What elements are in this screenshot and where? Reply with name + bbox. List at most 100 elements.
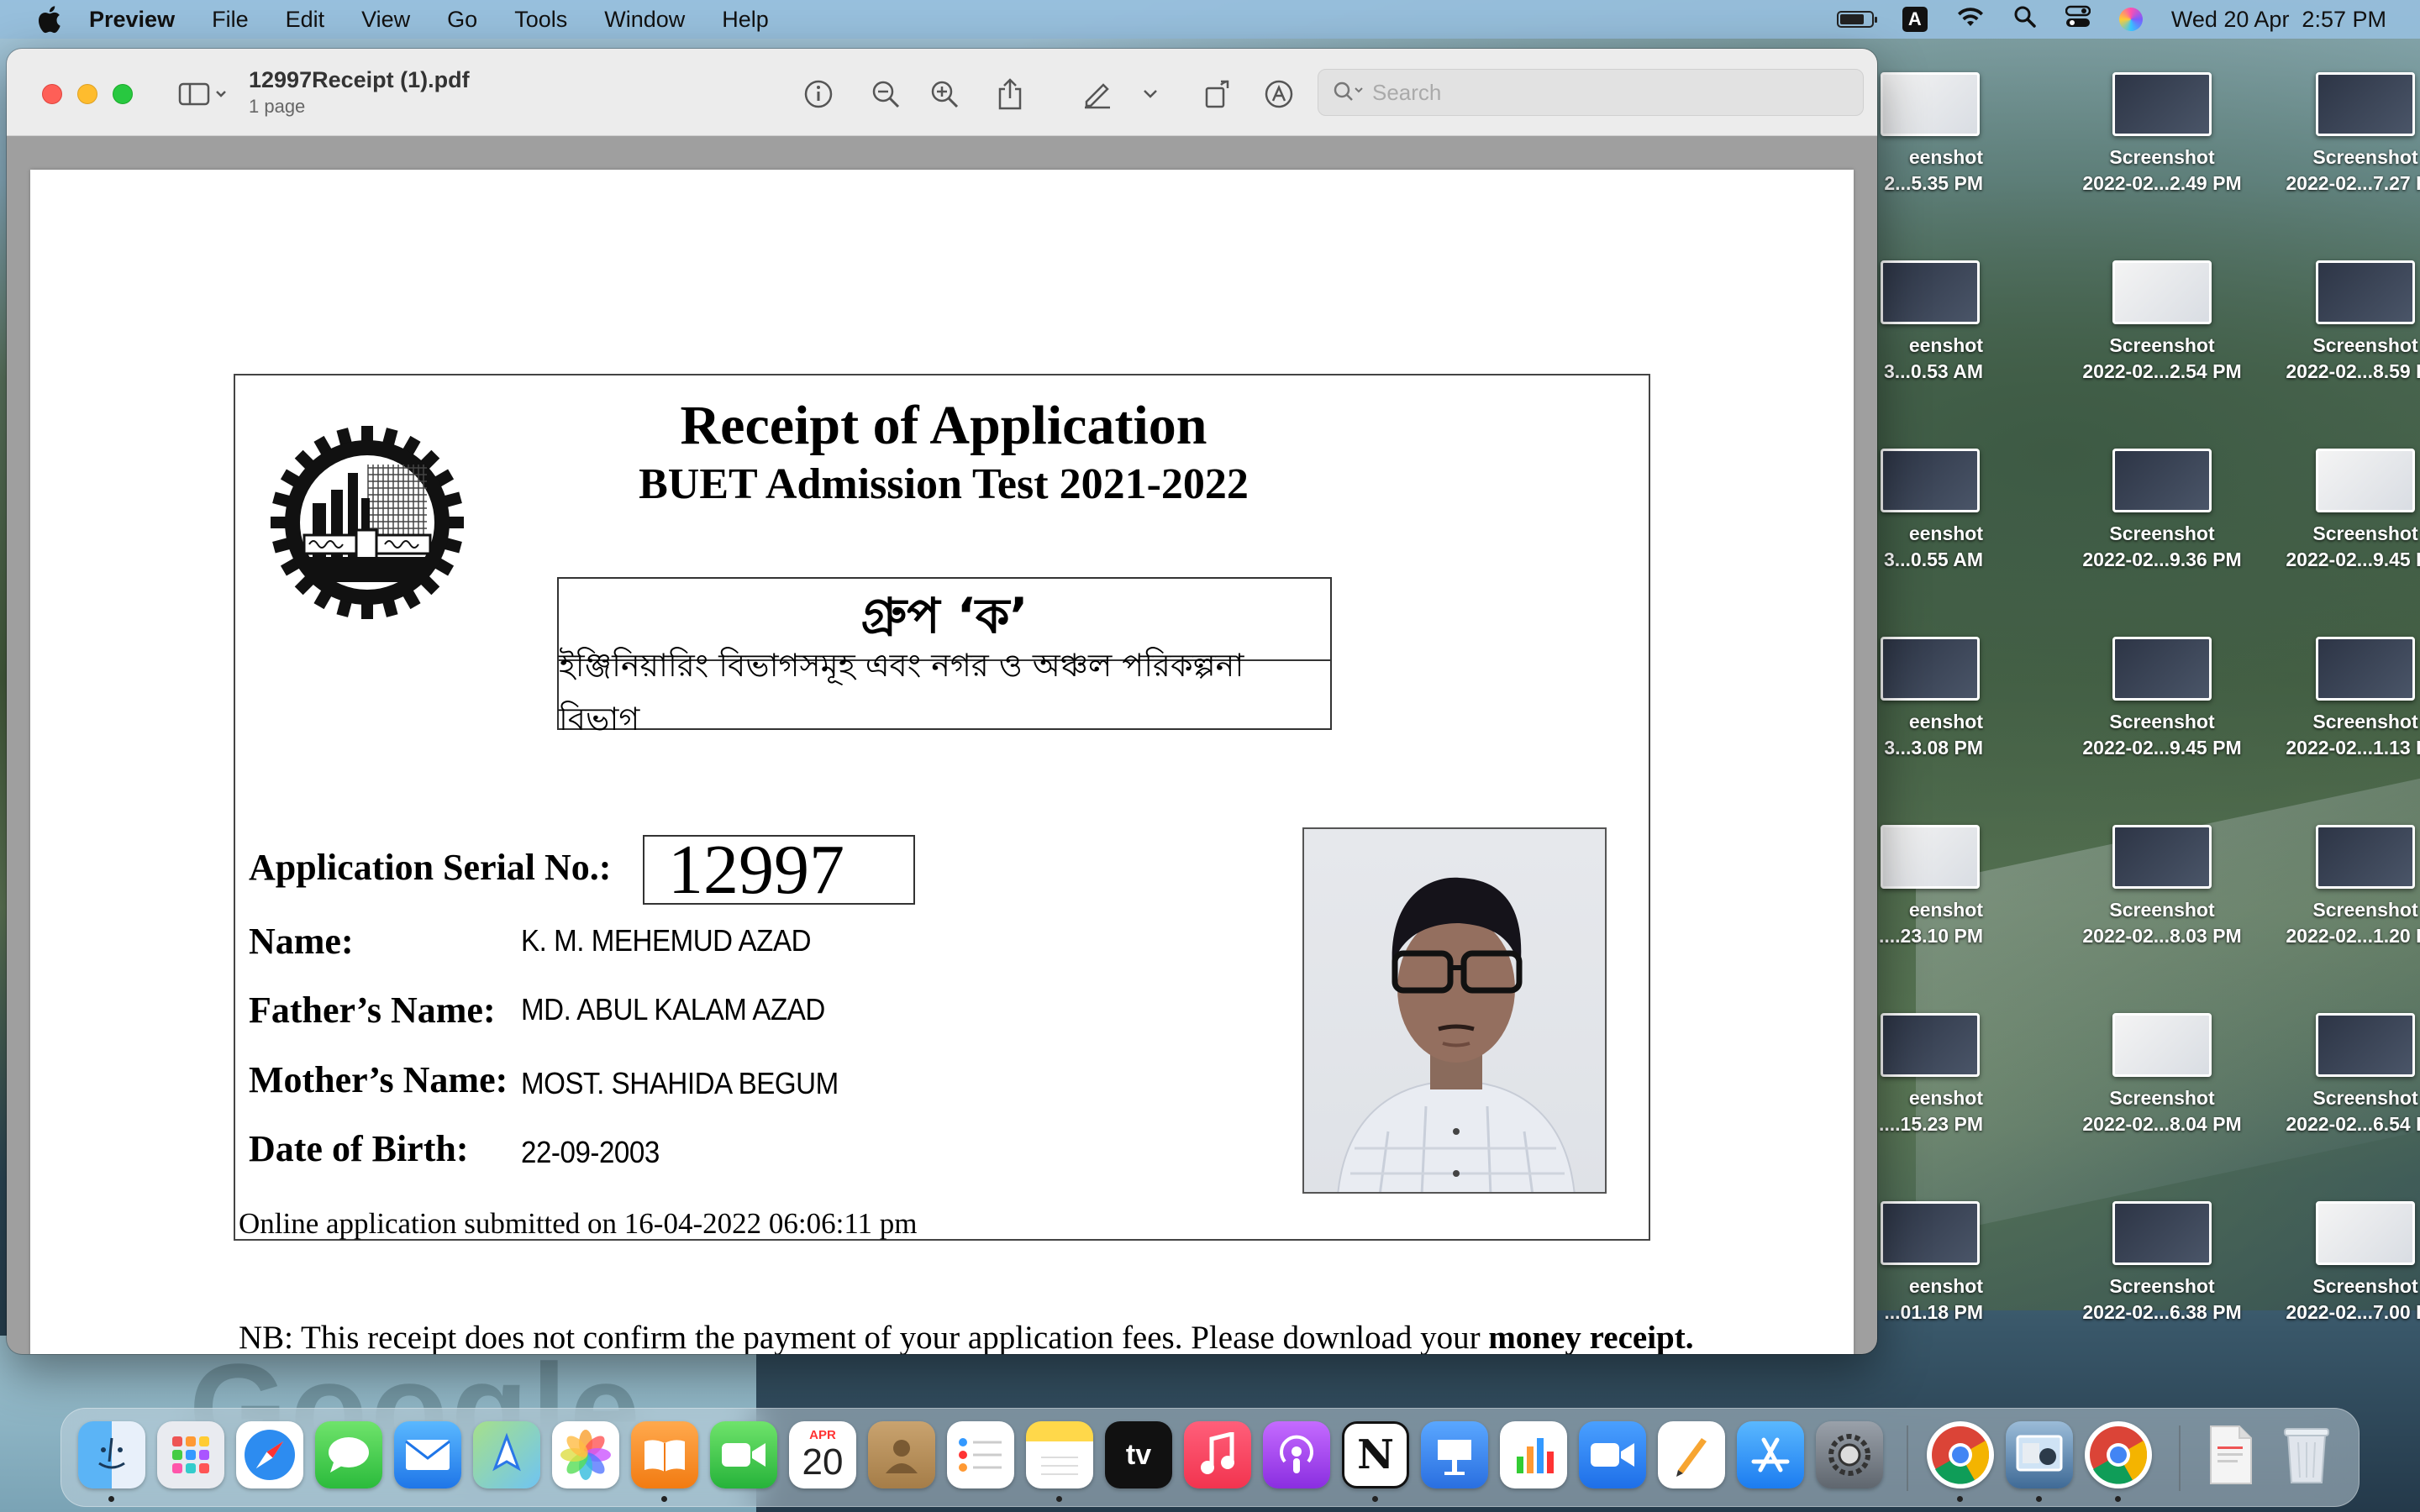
screenshot-thumbnail (2112, 1013, 2212, 1077)
battery-icon[interactable] (1836, 11, 1877, 28)
calendar-day: 20 (802, 1441, 844, 1483)
desktop-screenshot-file[interactable]: Screenshot 2022-02...6.38 PM (2065, 1201, 2259, 1326)
desktop-screenshot-file[interactable]: Screenshot 2022-02...9.45 PM (2065, 637, 2259, 761)
launchpad-icon[interactable] (157, 1421, 224, 1488)
menu-edit[interactable]: Edit (286, 7, 325, 33)
desktop-screenshot-file[interactable]: Screenshot 2022-02...8.03 PM (2065, 825, 2259, 949)
menu-help[interactable]: Help (722, 7, 769, 33)
siri-icon[interactable] (2118, 8, 2143, 31)
podcasts-icon[interactable] (1263, 1421, 1330, 1488)
contacts-icon[interactable] (868, 1421, 935, 1488)
close-button[interactable] (42, 84, 62, 104)
search-field[interactable] (1318, 69, 1864, 116)
photos-icon[interactable] (552, 1421, 619, 1488)
preview-app-icon[interactable] (2006, 1421, 2073, 1488)
desktop-screenshot-file[interactable]: Screenshot 2022-02...8.59 PM (2269, 260, 2420, 385)
chevron-down-icon[interactable] (1138, 74, 1163, 114)
desktop-screenshot-file[interactable]: Screenshot 2022-02...1.13 PM (2269, 637, 2420, 761)
menu-tools[interactable]: Tools (514, 7, 567, 33)
maps-icon[interactable] (473, 1421, 540, 1488)
numbers-icon[interactable] (1500, 1421, 1567, 1488)
menu-go[interactable]: Go (447, 7, 477, 33)
books-running-indicator (661, 1496, 667, 1502)
facetime-icon[interactable] (710, 1421, 777, 1488)
notes-icon[interactable] (1026, 1421, 1093, 1488)
desktop-file-name-line1: Screenshot (2109, 899, 2215, 921)
chrome-running-indicator (1957, 1496, 1963, 1502)
desktop-screenshot-file[interactable]: Screenshot 2022-02...1.20 PM (2269, 825, 2420, 949)
screenshot-thumbnail (2316, 72, 2415, 136)
pdf-document-icon[interactable] (2197, 1421, 2265, 1488)
desktop-screenshot-file[interactable]: Screenshot 2022-02...7.00 PM (2269, 1201, 2420, 1326)
finder-icon[interactable] (78, 1421, 145, 1488)
desktop-file-name-line1: Screenshot (2109, 146, 2215, 168)
mail-icon[interactable] (394, 1421, 461, 1488)
desktop-screenshot-file[interactable]: Screenshot 2022-02...2.54 PM (2065, 260, 2259, 385)
books-icon[interactable] (631, 1421, 698, 1488)
menu-file[interactable]: File (212, 7, 249, 33)
minimize-button[interactable] (77, 84, 97, 104)
desktop-screenshot-file[interactable]: Screenshot 2022-02...8.04 PM (2065, 1013, 2259, 1137)
keynote-icon[interactable] (1421, 1421, 1488, 1488)
zoom-app-icon[interactable] (1579, 1421, 1646, 1488)
screenshot-thumbnail (2316, 1201, 2415, 1265)
system-preferences-icon[interactable] (1816, 1421, 1883, 1488)
pages-icon[interactable] (1658, 1421, 1725, 1488)
desktop-file-name-line2: 2022-02...2.49 PM (2082, 172, 2242, 194)
chrome-profile-icon[interactable] (2085, 1421, 2152, 1488)
desktop-screenshot-file[interactable]: Screenshot 2022-02...2.49 PM (2065, 72, 2259, 197)
desktop-file-name-line2: 2022-02...8.04 PM (2082, 1113, 2242, 1135)
zoom-out-icon[interactable] (865, 74, 906, 114)
screenshot-thumbnail (1881, 449, 1980, 512)
chrome-icon[interactable] (1927, 1421, 1994, 1488)
search-icon (1332, 76, 1365, 109)
preview-window: 12997Receipt (1).pdf 1 page Search Recei… (7, 49, 1877, 1354)
control-center-icon[interactable] (2065, 5, 2091, 34)
markup-pen-icon[interactable] (1077, 74, 1118, 114)
desktop-screenshot-file[interactable]: Screenshot 2022-02...7.27 PM (2269, 72, 2420, 197)
rotate-icon[interactable] (1198, 74, 1239, 114)
annotate-icon[interactable] (1259, 74, 1299, 114)
desktop-file-name-line1: Screenshot (2109, 1275, 2215, 1297)
music-icon[interactable] (1184, 1421, 1251, 1488)
screenshot-thumbnail (1881, 1013, 1980, 1077)
menu-view[interactable]: View (361, 7, 410, 33)
mother-name-value: MOST. SHAHIDA BEGUM (521, 1066, 839, 1100)
desktop-screenshot-file[interactable]: Screenshot 2022-02...9.45 PM (2269, 449, 2420, 573)
wifi-icon[interactable] (1956, 6, 1985, 34)
input-source-icon[interactable]: A (1902, 7, 1928, 32)
notion-running-indicator (1372, 1496, 1378, 1502)
desktop-file-name-line2: 2022-02...2.54 PM (2082, 360, 2242, 382)
desktop-file-name-line1: Screenshot (2109, 711, 2215, 732)
menu-window[interactable]: Window (604, 7, 685, 33)
screenshot-thumbnail (2316, 260, 2415, 324)
notion-icon[interactable]: N (1342, 1421, 1409, 1488)
dock-separator (1907, 1425, 1908, 1491)
apple-tv-icon[interactable]: tv (1105, 1421, 1172, 1488)
zoom-button[interactable] (113, 84, 133, 104)
preview-running-indicator (2036, 1496, 2042, 1502)
zoom-in-icon[interactable] (924, 74, 965, 114)
safari-icon[interactable] (236, 1421, 303, 1488)
dob-label: Date of Birth: (249, 1128, 469, 1169)
search-input[interactable] (1372, 79, 1826, 106)
document-title: 12997Receipt (1).pdf (249, 67, 470, 92)
reminders-icon[interactable] (947, 1421, 1014, 1488)
apple-menu-icon[interactable] (34, 4, 64, 34)
desktop-screenshot-file[interactable]: Screenshot 2022-02...9.36 PM (2065, 449, 2259, 573)
info-icon[interactable] (798, 74, 839, 114)
app-store-icon[interactable] (1737, 1421, 1804, 1488)
calendar-icon[interactable]: APR 20 (789, 1421, 856, 1488)
desktop-file-name-line2: 2022-02...9.45 PM (2286, 549, 2420, 570)
trash-icon[interactable] (2273, 1421, 2340, 1488)
menubar-datetime[interactable]: Wed 20 Apr 2:57 PM (2171, 7, 2386, 33)
desktop-file-name-line2: 2022-02...1.13 PM (2286, 737, 2420, 759)
sidebar-toggle-icon[interactable] (171, 74, 239, 114)
messages-icon[interactable] (315, 1421, 382, 1488)
desktop-file-name-line2: 2022-02...8.59 PM (2286, 360, 2420, 382)
menu-app-name[interactable]: Preview (89, 7, 175, 33)
spotlight-search-icon[interactable] (2013, 5, 2037, 34)
share-icon[interactable] (990, 74, 1030, 114)
screenshot-thumbnail (2112, 449, 2212, 512)
desktop-screenshot-file[interactable]: Screenshot 2022-02...6.54 PM (2269, 1013, 2420, 1137)
